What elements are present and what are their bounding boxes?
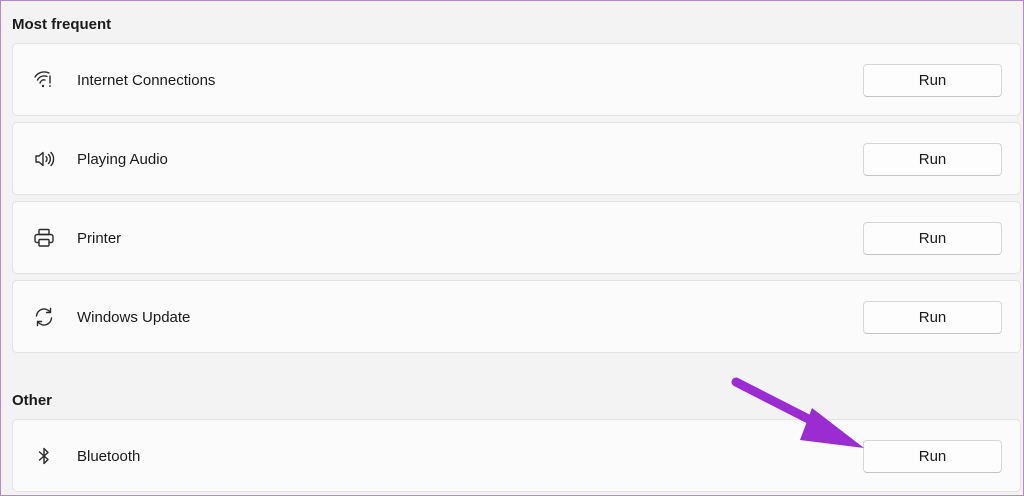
run-bluetooth-button[interactable]: Run [863, 440, 1002, 473]
troubleshooter-label: Bluetooth [77, 448, 141, 465]
sync-icon [32, 305, 56, 329]
troubleshooter-windows-update: Windows Update Run [12, 280, 1021, 353]
run-playing-audio-button[interactable]: Run [863, 143, 1002, 176]
annotation-arrow-icon [731, 377, 864, 448]
run-windows-update-button[interactable]: Run [863, 301, 1002, 334]
section-title-other: Other [12, 392, 53, 409]
printer-icon [32, 226, 56, 250]
wifi-icon [32, 68, 56, 92]
troubleshooter-label: Printer [77, 230, 122, 247]
run-printer-button[interactable]: Run [863, 222, 1002, 255]
run-internet-connections-button[interactable]: Run [863, 64, 1002, 97]
speaker-icon [32, 147, 56, 171]
bluetooth-icon [32, 444, 56, 468]
troubleshooter-printer: Printer Run [12, 201, 1021, 274]
troubleshooter-playing-audio: Playing Audio Run [12, 122, 1021, 195]
troubleshooter-label: Playing Audio [77, 151, 168, 168]
troubleshooter-internet-connections: Internet Connections Run [12, 43, 1021, 116]
troubleshooter-label: Internet Connections [77, 72, 216, 89]
section-title-most-frequent: Most frequent [12, 16, 112, 33]
troubleshooter-label: Windows Update [77, 309, 191, 326]
